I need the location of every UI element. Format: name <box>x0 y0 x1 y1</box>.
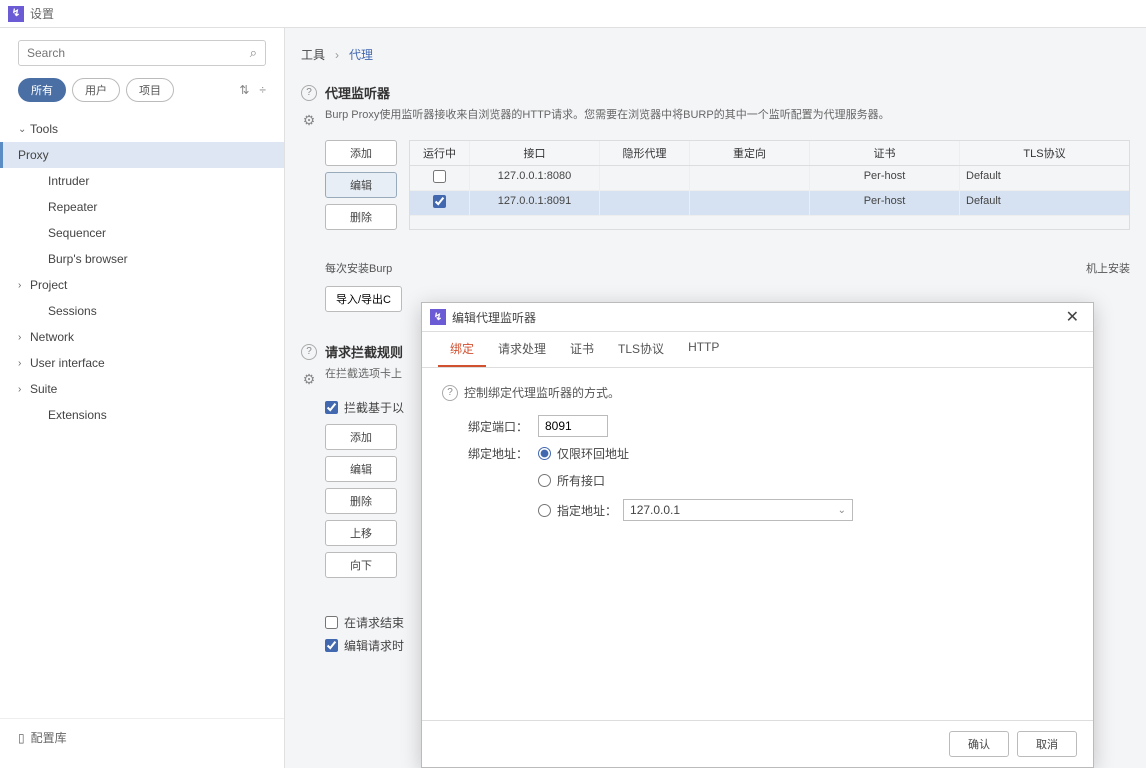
rule-down-button[interactable]: 向下 <box>325 552 397 578</box>
sidebar-item-intruder[interactable]: Intruder <box>0 168 284 194</box>
tab-request-handling[interactable]: 请求处理 <box>486 332 558 367</box>
sidebar-item-sequencer[interactable]: Sequencer <box>0 220 284 246</box>
help-icon[interactable]: ? <box>442 385 458 401</box>
config-library[interactable]: ▯ 配置库 <box>0 718 284 756</box>
search-field[interactable] <box>27 46 250 60</box>
rule-up-button[interactable]: 上移 <box>325 520 397 546</box>
cancel-button[interactable]: 取消 <box>1017 731 1077 757</box>
section-proxy-listeners-title: 代理监听器 <box>325 83 390 102</box>
col-redirect[interactable]: 重定向 <box>690 141 810 165</box>
running-checkbox[interactable] <box>433 170 446 183</box>
tree-ui[interactable]: User interface <box>0 350 284 376</box>
tab-http[interactable]: HTTP <box>676 332 731 367</box>
rule-delete-button[interactable]: 删除 <box>325 488 397 514</box>
rule-edit-button[interactable]: 编辑 <box>325 456 397 482</box>
app-icon: ↯ <box>8 6 24 22</box>
sidebar-item-proxy[interactable]: Proxy <box>0 142 284 168</box>
edit-button[interactable]: 编辑 <box>325 172 397 198</box>
col-invisible[interactable]: 隐形代理 <box>600 141 690 165</box>
gear-icon[interactable]: ⚙ <box>301 112 317 128</box>
listeners-table: 运行中 接口 隐形代理 重定向 证书 TLS协议 127.0.0.1:8080 … <box>409 140 1130 230</box>
radio-all-interfaces[interactable]: 所有接口 <box>538 472 853 489</box>
install-note: 每次安装Burp <box>325 260 392 276</box>
col-certificate[interactable]: 证书 <box>810 141 960 165</box>
rule-add-button[interactable]: 添加 <box>325 424 397 450</box>
add-button[interactable]: 添加 <box>325 140 397 166</box>
port-input[interactable] <box>538 415 608 437</box>
section-intercept-title: 请求拦截规则 <box>325 342 403 361</box>
chevron-right-icon: › <box>335 48 339 62</box>
sidebar-item-sessions[interactable]: Sessions <box>0 298 284 324</box>
specific-address-select[interactable]: 127.0.0.1 ⌄ <box>623 499 853 521</box>
close-icon[interactable]: ✕ <box>1060 307 1085 327</box>
tree-project[interactable]: Project <box>0 272 284 298</box>
tab-binding[interactable]: 绑定 <box>438 332 486 367</box>
app-title: 设置 <box>30 5 54 22</box>
breadcrumb: 工具 › 代理 <box>301 46 1130 63</box>
tab-certificate[interactable]: 证书 <box>558 332 606 367</box>
col-interface[interactable]: 接口 <box>470 141 600 165</box>
collapse-all-icon[interactable]: ÷ <box>259 83 266 97</box>
port-label: 绑定端口： <box>468 418 528 435</box>
gear-icon[interactable]: ⚙ <box>301 371 317 387</box>
sidebar-item-burps-browser[interactable]: Burp's browser <box>0 246 284 272</box>
bookmark-icon: ▯ <box>18 731 25 745</box>
col-running[interactable]: 运行中 <box>410 141 470 165</box>
section-desc: Burp Proxy使用监听器接收来自浏览器的HTTP请求。您需要在浏览器中将B… <box>325 106 890 122</box>
col-tls[interactable]: TLS协议 <box>960 141 1129 165</box>
search-input[interactable]: ⌕ <box>18 40 266 66</box>
help-icon[interactable]: ? <box>301 85 317 101</box>
import-export-button[interactable]: 导入/导出C <box>325 286 402 312</box>
edit-listener-dialog: ↯ 编辑代理监听器 ✕ 绑定 请求处理 证书 TLS协议 HTTP ? 控制绑定… <box>421 302 1094 768</box>
dialog-title: 编辑代理监听器 <box>452 309 1060 326</box>
pill-all[interactable]: 所有 <box>18 78 66 102</box>
search-icon: ⌕ <box>250 45 257 61</box>
tab-tls[interactable]: TLS协议 <box>606 332 676 367</box>
table-row[interactable]: 127.0.0.1:8080 Per-host Default <box>410 166 1129 191</box>
breadcrumb-tools[interactable]: 工具 <box>301 46 325 63</box>
dialog-app-icon: ↯ <box>430 309 446 325</box>
app-titlebar: ↯ 设置 <box>0 0 1146 28</box>
radio-specific[interactable]: 指定地址： 127.0.0.1 ⌄ <box>538 499 853 521</box>
radio-loopback[interactable]: 仅限环回地址 <box>538 445 853 462</box>
section2-desc: 在拦截选项卡上 <box>325 365 402 381</box>
chevron-down-icon: ⌄ <box>838 505 846 516</box>
delete-button[interactable]: 删除 <box>325 204 397 230</box>
tree-tools[interactable]: Tools <box>0 116 284 142</box>
running-checkbox[interactable] <box>433 195 446 208</box>
expand-all-icon[interactable]: ⇅ <box>239 83 249 97</box>
pill-user[interactable]: 用户 <box>72 78 120 102</box>
table-row[interactable]: 127.0.0.1:8091 Per-host Default <box>410 191 1129 216</box>
sidebar-item-extensions[interactable]: Extensions <box>0 402 284 428</box>
install-note-suffix: 机上安装 <box>1086 260 1130 276</box>
sidebar: ⌕ 所有 用户 项目 ⇅ ÷ Tools Proxy Intruder Repe… <box>0 28 285 768</box>
sidebar-item-repeater[interactable]: Repeater <box>0 194 284 220</box>
address-label: 绑定地址： <box>468 445 528 462</box>
pill-project[interactable]: 项目 <box>126 78 174 102</box>
tree-suite[interactable]: Suite <box>0 376 284 402</box>
breadcrumb-proxy[interactable]: 代理 <box>349 46 373 63</box>
dialog-desc: 控制绑定代理监听器的方式。 <box>464 384 620 401</box>
ok-button[interactable]: 确认 <box>949 731 1009 757</box>
tree-network[interactable]: Network <box>0 324 284 350</box>
help-icon[interactable]: ? <box>301 344 317 360</box>
